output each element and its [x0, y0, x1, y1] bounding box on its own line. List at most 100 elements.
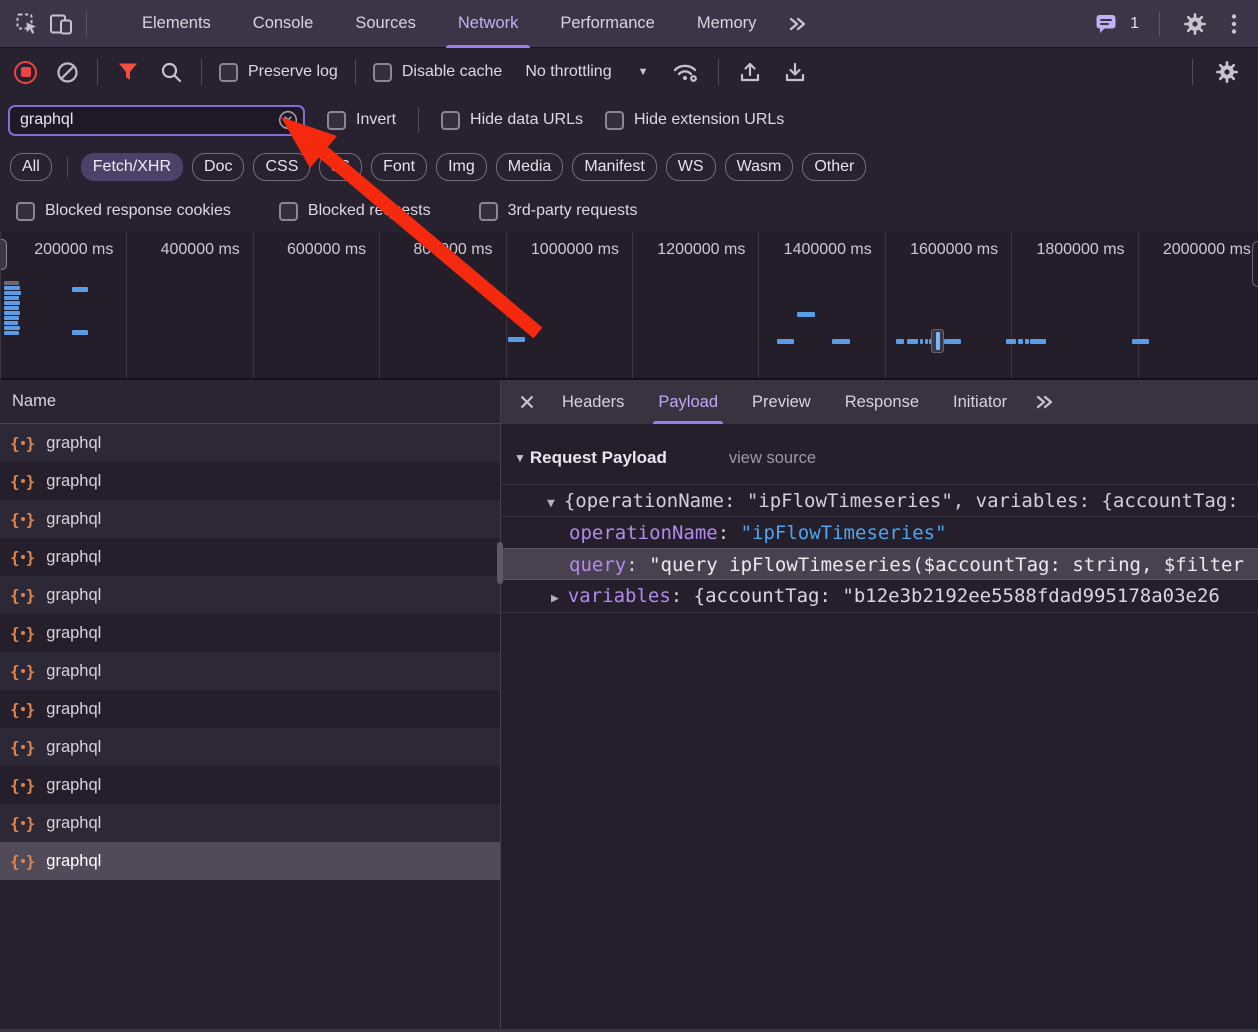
close-detail-button[interactable]	[509, 384, 545, 420]
network-overview-timeline[interactable]: 200000 ms400000 ms600000 ms800000 ms1000…	[0, 232, 1258, 380]
fetch-xhr-icon: {}	[10, 852, 35, 871]
more-detail-tabs-icon[interactable]	[1024, 392, 1064, 412]
detail-tab[interactable]: Initiator	[936, 381, 1024, 424]
detail-tab[interactable]: Payload	[641, 381, 735, 424]
waterfall-bar	[4, 301, 20, 305]
waterfall-bar	[1030, 339, 1046, 344]
view-source-link[interactable]: view source	[729, 449, 816, 468]
fetch-xhr-icon: {}	[10, 586, 35, 605]
type-chip[interactable]: Font	[371, 153, 427, 181]
export-har-button[interactable]	[781, 55, 809, 89]
request-row[interactable]: {} graphql	[0, 576, 500, 614]
import-har-button[interactable]	[736, 55, 764, 89]
inspect-element-button[interactable]	[10, 7, 44, 41]
toolbar-divider-4	[718, 59, 719, 85]
detail-tab[interactable]: Preview	[735, 381, 828, 424]
request-name: graphql	[46, 700, 101, 719]
waterfall-bar	[4, 311, 20, 315]
filter-toggle-button[interactable]	[115, 55, 141, 89]
timeline-tick-label: 600000 ms	[254, 232, 380, 378]
upload-icon	[738, 60, 762, 84]
more-tabs-icon[interactable]	[777, 14, 817, 34]
type-chip[interactable]: Wasm	[725, 153, 794, 181]
request-row[interactable]: {} graphql	[0, 424, 500, 462]
filter-input[interactable]	[8, 105, 305, 136]
request-row[interactable]: {} graphql	[0, 500, 500, 538]
waterfall-bar	[1025, 339, 1029, 344]
type-chip[interactable]: Other	[802, 153, 866, 181]
request-row[interactable]: {} graphql	[0, 652, 500, 690]
request-name: graphql	[46, 472, 101, 491]
type-chip[interactable]: Fetch/XHR	[81, 153, 183, 181]
hide-data-urls-toggle[interactable]: Hide data URLs	[441, 111, 583, 130]
payload-query-row[interactable]: query: "query ipFlowTimeseries($accountT…	[501, 548, 1258, 580]
main-tab[interactable]: Console	[232, 0, 335, 48]
clear-input-icon	[278, 110, 298, 130]
waterfall-bar	[4, 316, 19, 320]
record-network-log-button[interactable]	[14, 61, 37, 84]
detail-tab[interactable]: Headers	[545, 381, 641, 424]
main-tab[interactable]: Elements	[121, 0, 232, 48]
type-chip[interactable]: Img	[436, 153, 487, 181]
network-settings-button[interactable]	[1210, 55, 1244, 89]
console-messages-button[interactable]	[1092, 7, 1120, 41]
type-chip[interactable]: All	[10, 153, 52, 181]
main-tab[interactable]: Memory	[676, 0, 778, 48]
payload-root-row[interactable]: ▼{operationName: "ipFlowTimeseries", var…	[501, 484, 1258, 516]
main-tab[interactable]: Sources	[334, 0, 437, 48]
hide-extension-urls-toggle[interactable]: Hide extension URLs	[605, 111, 784, 130]
request-row[interactable]: {} graphql	[0, 728, 500, 766]
preserve-log-toggle[interactable]: Preserve log	[219, 63, 338, 82]
request-payload-section-header[interactable]: ▼ Request Payload view source	[501, 440, 1258, 476]
expand-triangle-icon: ▼	[547, 496, 555, 511]
request-row[interactable]: {} graphql	[0, 462, 500, 500]
inspect-icon	[15, 12, 39, 36]
extra-filter-toggle[interactable]: Blocked response cookies	[16, 202, 231, 221]
request-detail-panel: HeadersPayloadPreviewResponseInitiator ▼…	[501, 380, 1258, 1032]
name-column-header[interactable]: Name	[0, 380, 500, 424]
type-chip[interactable]: Manifest	[572, 153, 656, 181]
request-row[interactable]: {} graphql	[0, 804, 500, 842]
timeline-right-handle[interactable]	[1252, 241, 1258, 287]
detail-tab[interactable]: Response	[828, 381, 936, 424]
throttling-dropdown[interactable]: No throttling ▼	[519, 63, 654, 81]
detail-tabs: HeadersPayloadPreviewResponseInitiator	[545, 381, 1024, 424]
request-row[interactable]: {} graphql	[0, 766, 500, 804]
main-tab[interactable]: Performance	[539, 0, 675, 48]
list-scrollbar-thumb[interactable]	[497, 542, 503, 584]
request-name: graphql	[46, 738, 101, 757]
clear-network-log-button[interactable]	[54, 55, 80, 89]
type-chip[interactable]: CSS	[253, 153, 310, 181]
search-network-button[interactable]	[158, 55, 184, 89]
extra-filter-toggle[interactable]: Blocked requests	[279, 202, 431, 221]
type-chip[interactable]: Doc	[192, 153, 244, 181]
more-options-button[interactable]	[1222, 7, 1246, 41]
timeline-left-handle[interactable]	[0, 239, 7, 270]
request-row[interactable]: {} graphql	[0, 538, 500, 576]
request-row[interactable]: {} graphql	[0, 842, 500, 880]
chevron-down-icon: ▼	[638, 66, 649, 78]
type-chips: All Fetch/XHR Doc CSS JS Font Img Media Manifest…	[10, 153, 875, 181]
waterfall-bar	[4, 331, 19, 335]
invert-filter-toggle[interactable]: Invert	[327, 111, 396, 130]
request-name: graphql	[46, 814, 101, 833]
extra-filter-toggle[interactable]: 3rd-party requests	[479, 202, 638, 221]
main-tab[interactable]: Network	[437, 0, 540, 48]
collapse-triangle-icon: ▼	[514, 451, 526, 465]
request-type-filter-bar: All Fetch/XHR Doc CSS JS Font Img Media Manifest…	[0, 144, 1258, 190]
extra-filters-bar: Blocked response cookies Blocked request…	[0, 190, 1258, 232]
network-conditions-button[interactable]	[671, 55, 701, 89]
settings-button[interactable]	[1178, 7, 1212, 41]
type-chip[interactable]: WS	[666, 153, 716, 181]
request-row[interactable]: {} graphql	[0, 614, 500, 652]
message-bubble-icon	[1095, 13, 1117, 34]
clear-filter-button[interactable]	[278, 110, 298, 130]
type-chip[interactable]: Media	[496, 153, 564, 181]
payload-operationname-row[interactable]: operationName: "ipFlowTimeseries"	[501, 516, 1258, 548]
type-chip[interactable]: JS	[319, 153, 362, 181]
request-row[interactable]: {} graphql	[0, 690, 500, 728]
payload-variables-row[interactable]: ▶variables: {accountTag: "b12e3b2192ee55…	[501, 580, 1258, 612]
timeline-tick-label: 1600000 ms	[886, 232, 1012, 378]
disable-cache-toggle[interactable]: Disable cache	[373, 63, 503, 82]
device-toolbar-button[interactable]	[44, 7, 78, 41]
